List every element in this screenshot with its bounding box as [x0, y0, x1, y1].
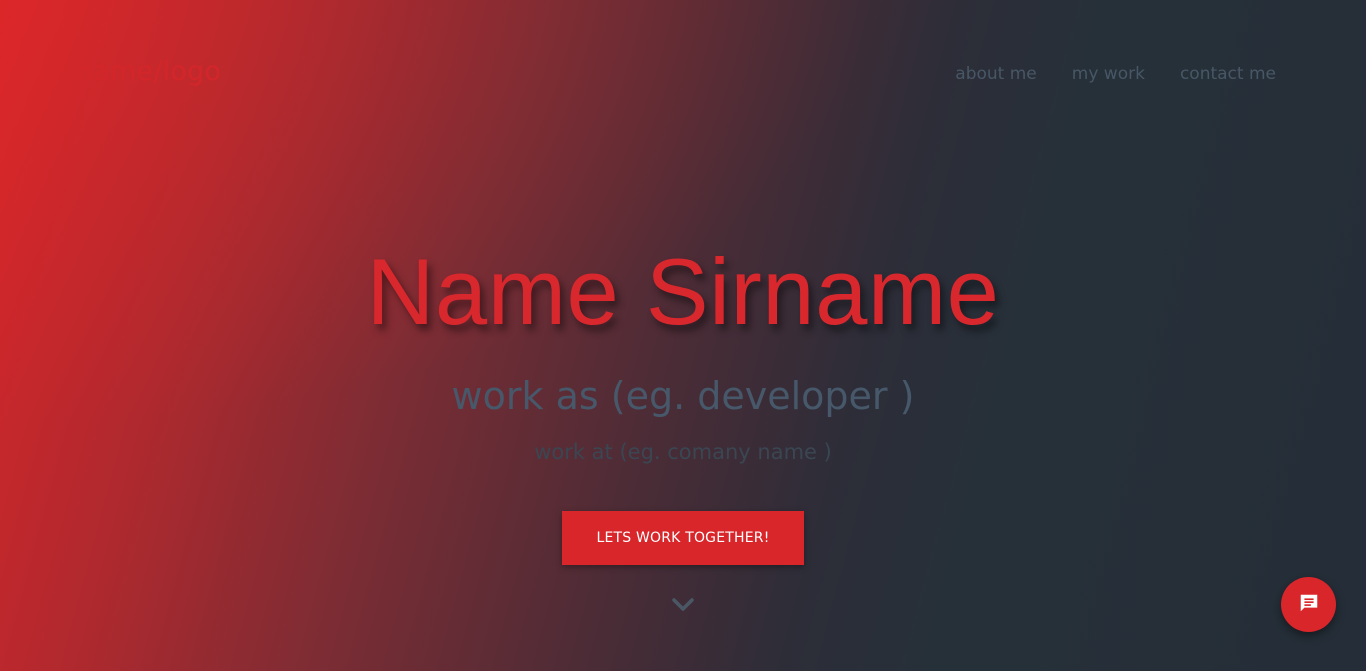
main-nav: about me my work contact me	[955, 64, 1276, 84]
lets-work-together-button[interactable]: LETS WORK TOGETHER!	[562, 511, 804, 565]
chat-button[interactable]	[1281, 577, 1336, 632]
nav-item-about[interactable]: about me	[955, 64, 1036, 84]
logo-link[interactable]: name/logo	[76, 56, 221, 87]
chevron-down-icon[interactable]	[670, 596, 696, 614]
chat-icon	[1298, 592, 1320, 618]
hero-workplace: work at (eg. comany name )	[534, 440, 832, 464]
hero-title: Name Sirname	[366, 239, 1000, 344]
nav-item-contact[interactable]: contact me	[1180, 64, 1276, 84]
hero-subtitle: work as (eg. developer )	[451, 374, 915, 418]
nav-item-work[interactable]: my work	[1072, 64, 1145, 84]
